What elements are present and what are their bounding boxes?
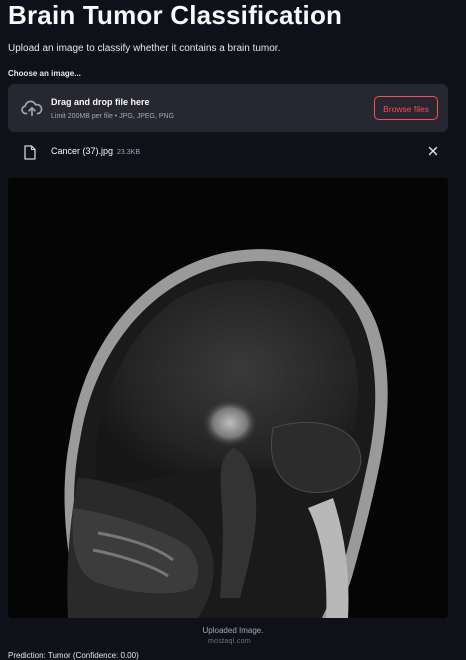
uploaded-file-row: Cancer (37).jpg 23.3KB <box>8 140 448 164</box>
page-title: Brain Tumor Classification <box>8 0 343 30</box>
dropzone-title: Drag and drop file here <box>51 97 150 107</box>
close-icon[interactable] <box>428 146 438 156</box>
file-dropzone[interactable]: Drag and drop file here Limit 200MB per … <box>8 84 448 132</box>
file-icon <box>24 145 36 160</box>
mri-scan-image <box>8 178 448 618</box>
uploaded-file-name: Cancer (37).jpg 23.3KB <box>51 146 140 156</box>
image-caption: Uploaded Image. <box>202 626 264 635</box>
file-size: 23.3KB <box>117 149 140 156</box>
uploaded-image <box>8 178 448 618</box>
browse-files-button[interactable]: Browse files <box>374 96 438 120</box>
cloud-upload-icon <box>21 100 43 117</box>
uploader-label: Choose an image... <box>8 69 81 78</box>
page-subtitle: Upload an image to classify whether it c… <box>8 43 281 54</box>
file-name-text: Cancer (37).jpg <box>51 146 114 156</box>
dropzone-limit-text: Limit 200MB per file • JPG, JPEG, PNG <box>51 113 175 120</box>
watermark-text: mostaql.com <box>208 638 251 645</box>
prediction-result: Prediction: Tumor (Confidence: 0.00) <box>8 651 139 660</box>
